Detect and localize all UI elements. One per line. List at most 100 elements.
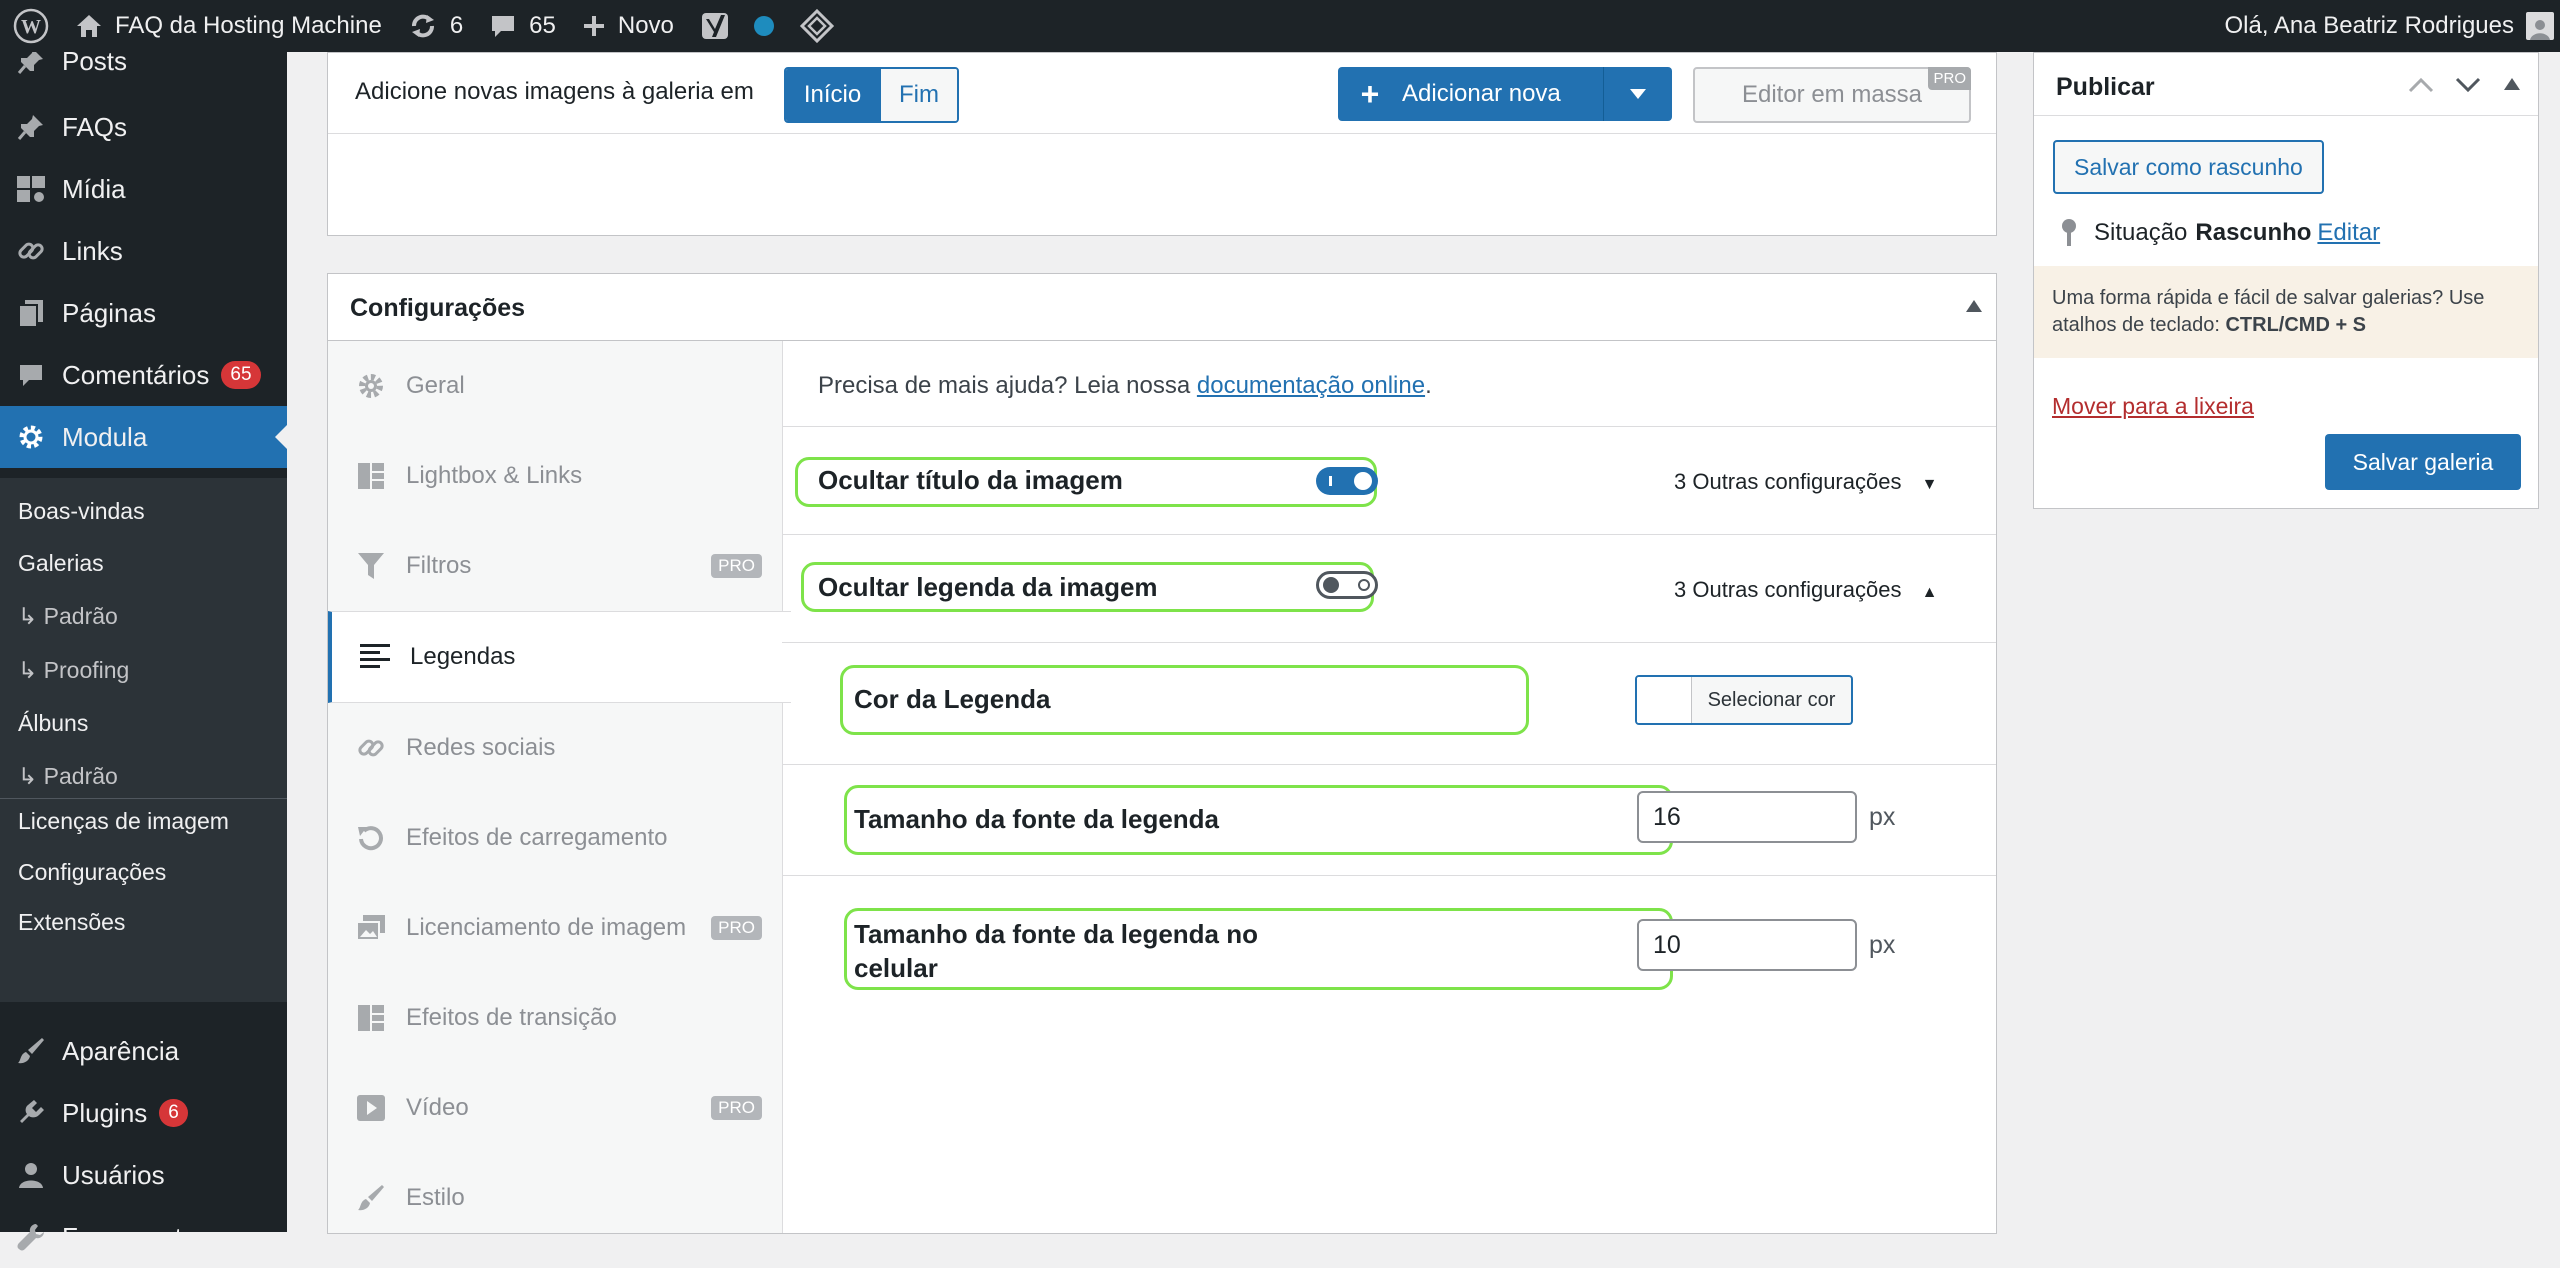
- menu-item-usuarios[interactable]: Usuários: [0, 1144, 287, 1206]
- save-gallery-button[interactable]: Salvar galeria: [2325, 434, 2521, 490]
- tab-filtros[interactable]: Filtros PRO: [328, 521, 782, 611]
- position-inicio-button[interactable]: Início: [786, 69, 879, 121]
- tab-legendas[interactable]: Legendas: [328, 611, 791, 703]
- pro-badge: PRO: [711, 916, 762, 940]
- submenu-extensoes[interactable]: Extensões: [18, 909, 125, 936]
- keyboard-tip-text: Uma forma rápida e fácil de salvar galer…: [2052, 285, 2522, 339]
- tab-efeitos-carregamento[interactable]: Efeitos de carregamento: [328, 793, 782, 883]
- submenu-galerias[interactable]: Galerias: [18, 550, 104, 577]
- account-greeting: Olá, Ana Beatriz Rodrigues: [2225, 12, 2515, 40]
- settings-header[interactable]: Configurações: [328, 274, 1996, 341]
- admin-sidebar-menu: Posts FAQs Mídia Links Páginas Comentári…: [0, 52, 287, 1232]
- menu-item-ferramentas[interactable]: Ferramentas: [0, 1206, 287, 1268]
- grid-layout-icon: [356, 461, 386, 491]
- other-settings-toggle[interactable]: 3 Outras configurações ▲: [1674, 577, 1937, 603]
- toggle-off-mark-icon: [1358, 579, 1370, 591]
- mobile-font-size-unit: px: [1869, 931, 1895, 960]
- other-settings-toggle[interactable]: 3 Outras configurações ▼: [1674, 469, 1937, 495]
- menu-item-paginas[interactable]: Páginas: [0, 282, 287, 344]
- paintbrush-icon: [0, 1036, 62, 1066]
- settings-tabs: Geral Lightbox & Links Filtros PRO Legen…: [328, 341, 783, 1233]
- tab-label: Estilo: [406, 1184, 465, 1212]
- position-fim-button[interactable]: Fim: [879, 69, 957, 121]
- save-draft-button[interactable]: Salvar como rascunho: [2053, 140, 2324, 194]
- plus-icon: +: [1338, 76, 1402, 113]
- images-icon: [356, 914, 386, 942]
- site-name-link[interactable]: FAQ da Hosting Machine: [62, 0, 395, 52]
- hide-caption-row: Ocultar legenda da imagem 3 Outras confi…: [782, 535, 1996, 643]
- move-down-icon[interactable]: [2455, 77, 2481, 93]
- comment-icon: [0, 361, 62, 389]
- reload-icon: [356, 823, 386, 853]
- gallery-images-area[interactable]: [328, 134, 1996, 235]
- documentation-link[interactable]: documentação online: [1197, 372, 1425, 399]
- menu-item-comentarios[interactable]: Comentários 65: [0, 344, 287, 406]
- plug-icon: [0, 1098, 62, 1128]
- submenu-boas-vindas[interactable]: Boas-vindas: [18, 498, 145, 525]
- my-account-link[interactable]: Olá, Ana Beatriz Rodrigues: [2225, 0, 2560, 52]
- caption-font-size-input[interactable]: 16: [1637, 791, 1857, 843]
- new-content-link[interactable]: Novo: [569, 0, 687, 52]
- plugin-diamond-link[interactable]: [787, 0, 847, 52]
- bulk-editor-button[interactable]: Editor em massa PRO: [1693, 67, 1971, 123]
- text-align-icon: [360, 644, 390, 670]
- add-position-toggle: Início Fim: [784, 67, 959, 123]
- tab-label: Filtros: [406, 552, 471, 580]
- link-icon: [0, 236, 62, 266]
- media-icon: [0, 174, 62, 204]
- menu-item-aparencia[interactable]: Aparência: [0, 1020, 287, 1082]
- pushpin-icon: [0, 112, 62, 142]
- submenu-padrao[interactable]: ↳ Padrão: [18, 603, 118, 630]
- tab-efeitos-transicao[interactable]: Efeitos de transição: [328, 973, 782, 1063]
- link-icon: [356, 733, 386, 763]
- edit-status-link[interactable]: Editar: [2317, 219, 2380, 247]
- pin-icon: [2060, 218, 2078, 248]
- settings-title: Configurações: [350, 294, 525, 323]
- plugins-badge: 6: [159, 1099, 188, 1127]
- tab-label: Geral: [406, 372, 465, 400]
- submenu-proofing[interactable]: ↳ Proofing: [18, 657, 129, 684]
- menu-label-paginas: Páginas: [62, 298, 156, 329]
- grid-layout-icon: [356, 1003, 386, 1033]
- user-icon: [0, 1160, 62, 1190]
- updates-icon: [408, 11, 438, 41]
- menu-item-plugins[interactable]: Plugins 6: [0, 1082, 287, 1144]
- add-new-dropdown-toggle[interactable]: [1603, 67, 1672, 121]
- tab-label: Efeitos de carregamento: [406, 824, 667, 852]
- caption-font-size-label: Tamanho da fonte da legenda: [854, 804, 1219, 835]
- menu-item-links[interactable]: Links: [0, 220, 287, 282]
- submenu-licencas[interactable]: Licenças de imagem: [18, 808, 229, 835]
- add-new-button[interactable]: + Adicionar nova: [1338, 67, 1672, 121]
- collapse-arrow-icon[interactable]: [2504, 78, 2520, 90]
- add-new-label: Adicionar nova: [1402, 80, 1561, 108]
- hide-title-row: Ocultar título da imagem 3 Outras config…: [782, 427, 1996, 535]
- menu-item-midia[interactable]: Mídia: [0, 158, 287, 220]
- tab-video[interactable]: Vídeo PRO: [328, 1063, 782, 1153]
- help-text-lead: Precisa de mais ajuda? Leia nossa: [818, 372, 1197, 399]
- submenu-albuns-padrao[interactable]: ↳ Padrão: [18, 763, 118, 790]
- tab-estilo[interactable]: Estilo: [328, 1153, 782, 1243]
- tab-lightbox-links[interactable]: Lightbox & Links: [328, 431, 782, 521]
- hide-title-toggle[interactable]: [1316, 467, 1378, 495]
- yoast-seo-menu[interactable]: [687, 0, 787, 52]
- submenu-configuracoes[interactable]: Configurações: [18, 859, 166, 886]
- collapse-arrow-icon[interactable]: [1966, 300, 1982, 312]
- wordpress-logo-icon[interactable]: W: [0, 0, 62, 52]
- move-up-icon[interactable]: [2408, 77, 2434, 93]
- submenu-albuns[interactable]: Álbuns: [18, 710, 88, 737]
- menu-item-faqs[interactable]: FAQs: [0, 96, 287, 158]
- caption-mobile-font-size-input[interactable]: 10: [1637, 919, 1857, 971]
- move-to-trash-link[interactable]: Mover para a lixeira: [2052, 393, 2254, 420]
- tab-geral[interactable]: Geral: [328, 341, 782, 431]
- updates-link[interactable]: 6: [395, 0, 476, 52]
- video-play-icon: [356, 1094, 386, 1122]
- menu-item-modula[interactable]: Modula: [0, 406, 287, 468]
- tab-licenciamento[interactable]: Licenciamento de imagem PRO: [328, 883, 782, 973]
- hide-caption-toggle[interactable]: [1316, 571, 1378, 599]
- add-images-position-label: Adicione novas imagens à galeria em: [355, 78, 754, 106]
- caption-color-label: Cor da Legenda: [854, 684, 1050, 715]
- menu-label-ferramentas: Ferramentas: [62, 1222, 209, 1253]
- color-picker-button[interactable]: Selecionar cor: [1635, 675, 1853, 725]
- tab-redes-sociais[interactable]: Redes sociais: [328, 703, 782, 793]
- comments-link[interactable]: 65: [476, 0, 569, 52]
